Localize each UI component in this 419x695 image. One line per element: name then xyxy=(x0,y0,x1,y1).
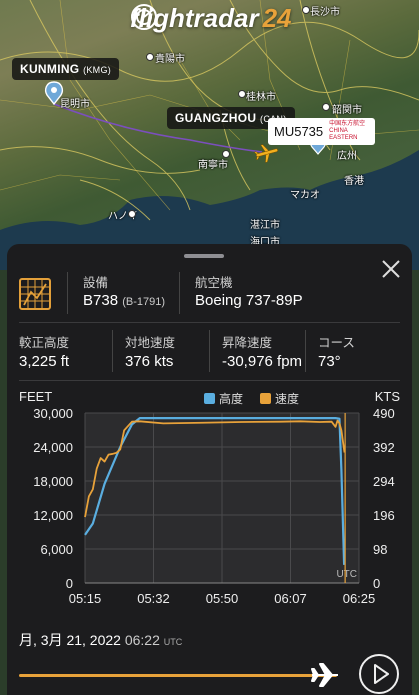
divider xyxy=(179,272,180,314)
city-label-guilin: 桂林市 xyxy=(246,92,276,103)
divider xyxy=(209,330,210,372)
flight-label[interactable]: MU5735 中国东方航空 CHINA EASTERN xyxy=(268,118,376,145)
aircraft-value: Boeing 737-89P xyxy=(195,292,303,309)
city-label-zhanjiang: 湛江市 xyxy=(250,220,280,231)
ground-speed-label: 対地速度 xyxy=(125,336,176,350)
y-left-tick-label: 18,000 xyxy=(33,474,73,489)
chart-grid-icon xyxy=(19,278,51,310)
city-dot xyxy=(322,103,330,111)
timezone-text: UTC xyxy=(163,637,183,647)
altitude-speed-chart[interactable]: FEET KTS 30,000 490 24,000 392 18,000 294 12,000… xyxy=(7,387,412,612)
ground-speed-value: 376 kts xyxy=(125,353,174,370)
equipment-type: B738 xyxy=(83,292,119,309)
airplane-icon[interactable] xyxy=(310,662,344,688)
right-axis-title: KTS xyxy=(375,389,401,404)
course-value: 73° xyxy=(318,353,341,370)
city-label-kunming: 昆明市 xyxy=(60,99,90,110)
divider xyxy=(67,272,68,314)
aircraft-label: 航空機 xyxy=(195,276,233,290)
play-button[interactable] xyxy=(359,654,399,694)
y-left-tick-label: 6,000 xyxy=(40,542,73,557)
drag-handle[interactable] xyxy=(184,254,224,258)
timestamp: 月, 3月 21, 2022 06:22 UTC xyxy=(19,630,182,650)
city-dot xyxy=(302,6,310,14)
destination-code: GUANGZHOU xyxy=(175,111,257,125)
altitude-label: 較正高度 xyxy=(19,336,70,350)
flight-map[interactable]: flightradar 24 長沙市 貴陽市 昆明市 桂林市 韶関市 南寧市 広州… xyxy=(0,0,419,270)
x-tick-label: 06:25 xyxy=(343,591,376,606)
divider xyxy=(19,322,400,323)
equipment-label: 設備 xyxy=(83,276,109,290)
time-text: 06:22 xyxy=(124,632,160,648)
flight-number: MU5735 xyxy=(274,124,324,139)
date-text: 月, 3月 21, 2022 xyxy=(19,632,121,648)
y-left-tick-label: 0 xyxy=(66,576,73,591)
origin-iata: (KMG) xyxy=(83,65,112,75)
altitude-value: 3,225 ft xyxy=(19,353,70,370)
x-tick-label: 05:32 xyxy=(137,591,170,606)
y-right-tick-label: 0 xyxy=(373,576,380,591)
x-tick-label: 05:15 xyxy=(69,591,102,606)
city-label-nanning: 南寧市 xyxy=(198,160,228,171)
origin-airport-label[interactable]: KUNMING (KMG) xyxy=(12,58,120,80)
y-right-tick-label: 98 xyxy=(373,542,387,557)
playback-slider[interactable] xyxy=(19,674,337,677)
y-left-tick-label: 30,000 xyxy=(33,406,73,421)
city-dot xyxy=(146,53,154,61)
city-dot xyxy=(238,90,246,98)
flight-details-panel: 設備 B738 (B-1791) 航空機 Boeing 737-89P 較正高度… xyxy=(7,244,412,695)
logo-number: 24 xyxy=(262,3,292,33)
y-left-tick-label: 12,000 xyxy=(33,508,73,523)
city-label-guiyang: 貴陽市 xyxy=(155,54,185,65)
divider xyxy=(19,380,400,381)
registration: (B-1791) xyxy=(122,296,166,308)
city-label-macau: マカオ xyxy=(290,190,320,201)
x-tick-label: 05:50 xyxy=(206,591,239,606)
aircraft-info-row: 設備 B738 (B-1791) 航空機 Boeing 737-89P xyxy=(19,272,399,314)
course-label: コース xyxy=(318,336,355,350)
divider xyxy=(112,330,113,372)
vertical-speed-value: -30,976 fpm xyxy=(222,353,303,370)
left-axis-title: FEET xyxy=(19,389,52,404)
vertical-speed-label: 昇降速度 xyxy=(222,336,273,350)
city-dot xyxy=(128,210,136,218)
flightradar-logo: flightradar 24 xyxy=(130,3,292,34)
city-label-changsha: 長沙市 xyxy=(310,7,340,18)
utc-label: UTC xyxy=(336,569,357,580)
y-right-tick-label: 490 xyxy=(373,406,395,421)
y-right-tick-label: 392 xyxy=(373,440,395,455)
y-right-tick-label: 196 xyxy=(373,508,395,523)
radar-icon xyxy=(131,4,157,30)
equipment-value: B738 (B-1791) xyxy=(83,292,165,309)
city-dot xyxy=(222,150,230,158)
origin-code: KUNMING xyxy=(20,62,80,76)
city-label-shaoguan: 韶関市 xyxy=(332,105,362,116)
y-right-tick-label: 294 xyxy=(373,474,395,489)
city-label-guangzhou: 広州 xyxy=(337,151,357,162)
airline-logo: 中国东方航空 CHINA EASTERN xyxy=(329,121,366,141)
y-left-tick-label: 24,000 xyxy=(33,440,73,455)
divider xyxy=(305,330,306,372)
x-tick-label: 06:07 xyxy=(274,591,307,606)
city-label-hongkong: 香港 xyxy=(344,176,364,187)
